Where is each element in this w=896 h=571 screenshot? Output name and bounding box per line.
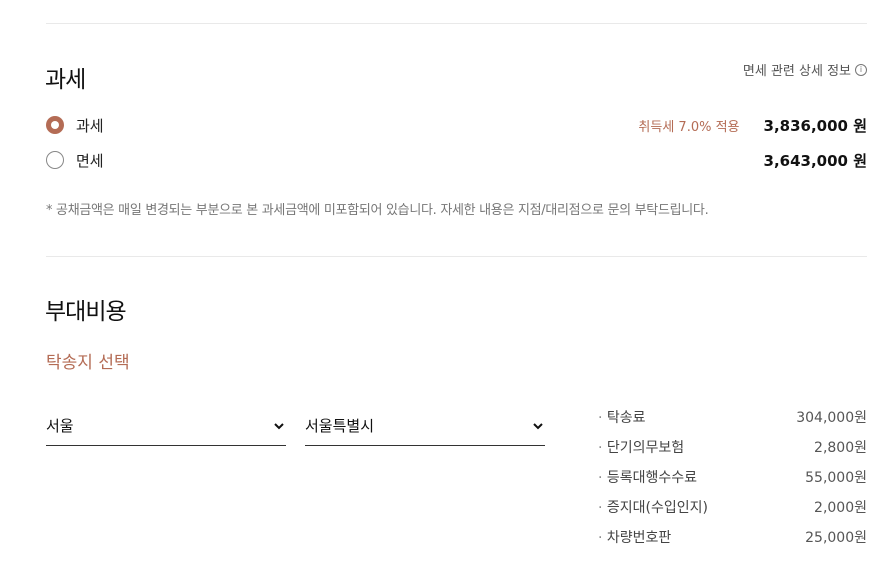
radio-exempt[interactable] <box>46 151 64 169</box>
fee-amount: 25,000원 <box>805 530 867 546</box>
fee-label: 등록대행수수료 <box>598 467 697 497</box>
info-icon: i <box>855 63 867 76</box>
tax-exempt-info-link[interactable]: 면세 관련 상세 정보 i <box>743 60 867 79</box>
city-select-value: 서울특별시 <box>305 417 375 435</box>
fee-amount: 2,800원 <box>814 440 867 456</box>
list-item: 등록대행수수료 55,000원 <box>598 467 867 497</box>
list-item: 증지대(수입인지) 2,000원 <box>598 497 867 527</box>
city-select[interactable]: 서울특별시 <box>305 406 545 446</box>
fee-amount: 55,000원 <box>805 470 867 486</box>
taxed-price: 3,836,000 원 <box>763 116 867 135</box>
fee-list: 탁송료 304,000원 단기의무보험 2,800원 등록대행수수료 55,00… <box>598 407 867 557</box>
chevron-down-icon <box>533 422 543 429</box>
tax-exempt-info-label: 면세 관련 상세 정보 <box>742 64 851 79</box>
fee-amount: 304,000원 <box>796 410 867 426</box>
exempt-price: 3,643,000 원 <box>763 151 867 170</box>
tax-section-title: 과세 <box>45 67 86 93</box>
list-item: 단기의무보험 2,800원 <box>598 437 867 467</box>
radio-taxed[interactable] <box>46 116 64 134</box>
region-select-value: 서울 <box>46 417 74 435</box>
fee-label: 단기의무보험 <box>598 437 684 467</box>
delivery-location-label: 탁송지 선택 <box>46 353 130 373</box>
region-select[interactable]: 서울 <box>46 406 286 446</box>
fee-label: 탁송료 <box>598 407 646 437</box>
list-item: 탁송료 304,000원 <box>598 407 867 437</box>
tax-option-taxed[interactable]: 과세 취득세 7.0% 적용 3,836,000 원 <box>46 113 867 137</box>
fee-label: 증지대(수입인지) <box>598 497 708 527</box>
tax-option-label: 과세 <box>76 116 104 135</box>
fee-label: 차량번호판 <box>598 527 671 557</box>
acquisition-tax-note: 취득세 7.0% 적용 <box>638 119 740 135</box>
bond-notice: * 공채금액은 매일 변경되는 부분으로 본 과세금액에 미포함되어 있습니다.… <box>46 203 709 218</box>
chevron-down-icon <box>274 422 284 429</box>
extra-costs-title: 부대비용 <box>45 299 127 325</box>
tax-option-exempt[interactable]: 면세 3,643,000 원 <box>46 148 867 172</box>
section-divider <box>46 256 867 257</box>
fee-amount: 2,000원 <box>814 500 867 516</box>
tax-option-label: 면세 <box>76 151 104 170</box>
list-item: 차량번호판 25,000원 <box>598 527 867 557</box>
top-divider <box>46 23 867 24</box>
